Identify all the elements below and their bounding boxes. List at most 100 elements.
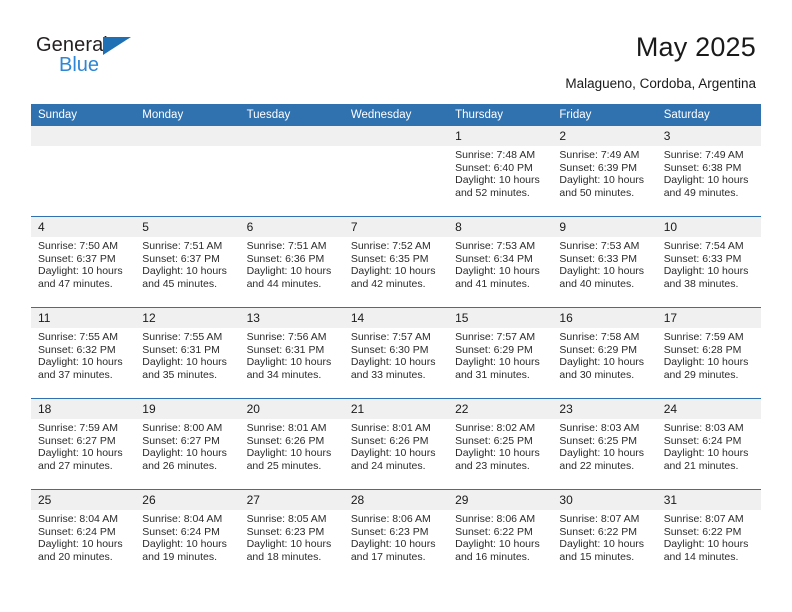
daylight-text-line1: Daylight: 10 hours — [142, 538, 227, 551]
day-cell[interactable]: 25 Sunrise: 8:04 AM Sunset: 6:24 PM Dayligh… — [31, 489, 136, 580]
daylight-text-line1: Daylight: 10 hours — [663, 447, 749, 460]
day-number: 31 — [656, 490, 761, 510]
day-number: 23 — [552, 399, 657, 419]
day-cell[interactable]: 2 Sunrise: 7:49 AM Sunset: 6:39 PM Daylight… — [552, 126, 657, 217]
day-cell[interactable]: 21 Sunrise: 8:01 AM Sunset: 6:26 PM Dayligh… — [343, 398, 449, 490]
day-cell[interactable]: 23 Sunrise: 8:03 AM Sunset: 6:25 PM Dayligh… — [552, 398, 657, 490]
daylight-text-line2: and 47 minutes. — [38, 277, 113, 290]
day-cell[interactable]: 16 Sunrise: 7:58 AM Sunset: 6:29 PM Dayligh… — [552, 307, 657, 399]
day-cell[interactable]: 22 Sunrise: 8:02 AM Sunset: 6:25 PM Dayligh… — [448, 398, 553, 490]
daylight-text-line2: and 49 minutes. — [663, 186, 739, 199]
day-cell[interactable] — [31, 126, 136, 217]
day-cell[interactable]: 28 Sunrise: 8:06 AM Sunset: 6:23 PM Dayligh… — [343, 489, 449, 580]
day-cell[interactable] — [239, 126, 344, 217]
day-cell[interactable]: 27 Sunrise: 8:05 AM Sunset: 6:23 PM Dayligh… — [239, 489, 344, 580]
sunset-text: Sunset: 6:35 PM — [350, 252, 429, 265]
day-number: 18 — [31, 399, 136, 419]
day-number: 1 — [448, 126, 553, 146]
day-details — [31, 146, 135, 149]
day-number: 24 — [656, 399, 761, 419]
sunset-text: Sunset: 6:26 PM — [350, 434, 429, 447]
day-cell[interactable]: 24 Sunrise: 8:03 AM Sunset: 6:24 PM Dayligh… — [656, 398, 761, 490]
day-cell[interactable]: 26 Sunrise: 8:04 AM Sunset: 6:24 PM Dayligh… — [135, 489, 240, 580]
day-number: 16 — [552, 308, 657, 328]
day-cell[interactable]: 9 Sunrise: 7:53 AM Sunset: 6:33 PM Daylight… — [552, 216, 657, 308]
weekday-header-thursday: Thursday — [448, 104, 553, 126]
day-cell[interactable]: 12 Sunrise: 7:55 AM Sunset: 6:31 PM Dayligh… — [135, 307, 240, 399]
day-number: 9 — [552, 217, 657, 237]
day-cell[interactable]: 13 Sunrise: 7:56 AM Sunset: 6:31 PM Dayligh… — [239, 307, 344, 399]
calendar-grid: Sunday Monday Tuesday Wednesday Thursday… — [31, 104, 761, 580]
sunset-text: Sunset: 6:30 PM — [350, 343, 429, 356]
day-cell[interactable]: 20 Sunrise: 8:01 AM Sunset: 6:26 PM Dayligh… — [239, 398, 344, 490]
day-number: 12 — [135, 308, 240, 328]
sunrise-text: Sunrise: 8:05 AM — [246, 513, 327, 525]
daylight-text-line1: Daylight: 10 hours — [246, 356, 332, 369]
day-cell[interactable]: 4 Sunrise: 7:50 AM Sunset: 6:37 PM Daylight… — [31, 216, 136, 308]
day-cell[interactable]: 7 Sunrise: 7:52 AM Sunset: 6:35 PM Daylight… — [343, 216, 449, 308]
day-cell[interactable]: 29 Sunrise: 8:06 AM Sunset: 6:22 PM Dayligh… — [448, 489, 553, 580]
day-details: Sunrise: 7:52 AM Sunset: 6:35 PM Daylight:… — [344, 237, 448, 290]
sunset-text: Sunset: 6:28 PM — [663, 343, 742, 356]
sunset-text: Sunset: 6:27 PM — [142, 434, 220, 447]
day-cell[interactable]: 10 Sunrise: 7:54 AM Sunset: 6:33 PM Dayligh… — [656, 216, 761, 308]
day-cell[interactable]: 31 Sunrise: 8:07 AM Sunset: 6:22 PM Dayligh… — [656, 489, 761, 580]
sunset-text: Sunset: 6:25 PM — [455, 434, 533, 447]
day-number — [239, 126, 344, 146]
day-cell[interactable]: 1 Sunrise: 7:48 AM Sunset: 6:40 PM Daylight… — [448, 126, 553, 217]
page-title: May 2025 — [635, 32, 756, 62]
day-details: Sunrise: 8:01 AM Sunset: 6:26 PM Daylight:… — [344, 419, 448, 472]
day-details: Sunrise: 8:07 AM Sunset: 6:22 PM Daylight:… — [657, 510, 761, 563]
sunrise-text: Sunrise: 8:04 AM — [142, 513, 223, 525]
day-cell[interactable]: 14 Sunrise: 7:57 AM Sunset: 6:30 PM Dayligh… — [343, 307, 449, 399]
day-number: 26 — [135, 490, 240, 510]
day-cell[interactable] — [343, 126, 449, 217]
daylight-text-line2: and 52 minutes. — [455, 186, 530, 199]
daylight-text-line1: Daylight: 10 hours — [663, 356, 749, 369]
day-cell[interactable]: 30 Sunrise: 8:07 AM Sunset: 6:22 PM Dayligh… — [552, 489, 657, 580]
daylight-text-line2: and 23 minutes. — [455, 459, 530, 472]
location-subtitle: Malagueno, Cordoba, Argentina — [565, 76, 756, 91]
daylight-text-line1: Daylight: 10 hours — [38, 356, 123, 369]
sunset-text: Sunset: 6:25 PM — [559, 434, 638, 447]
daylight-text-line2: and 38 minutes. — [663, 277, 739, 290]
day-number: 7 — [343, 217, 449, 237]
calendar-page: General Blue May 2025 Malagueno, Cordoba… — [0, 0, 792, 612]
sunrise-text: Sunrise: 8:03 AM — [559, 422, 640, 434]
day-number: 29 — [448, 490, 553, 510]
sunset-text: Sunset: 6:23 PM — [246, 525, 325, 538]
day-cell[interactable]: 6 Sunrise: 7:51 AM Sunset: 6:36 PM Daylight… — [239, 216, 344, 308]
sunrise-text: Sunrise: 8:02 AM — [455, 422, 536, 434]
day-details: Sunrise: 7:49 AM Sunset: 6:39 PM Daylight:… — [552, 146, 656, 199]
day-cell[interactable]: 17 Sunrise: 7:59 AM Sunset: 6:28 PM Dayligh… — [656, 307, 761, 399]
day-details — [344, 146, 448, 149]
sunset-text: Sunset: 6:34 PM — [455, 252, 533, 265]
day-details: Sunrise: 7:51 AM Sunset: 6:36 PM Daylight:… — [240, 237, 344, 290]
sunrise-text: Sunrise: 7:54 AM — [663, 240, 744, 252]
daylight-text-line2: and 33 minutes. — [350, 368, 426, 381]
day-details: Sunrise: 7:51 AM Sunset: 6:37 PM Daylight:… — [135, 237, 239, 290]
weekday-header-friday: Friday — [552, 104, 657, 126]
daylight-text-line2: and 30 minutes. — [559, 368, 635, 381]
day-number: 14 — [343, 308, 449, 328]
day-cell[interactable]: 19 Sunrise: 8:00 AM Sunset: 6:27 PM Dayligh… — [135, 398, 240, 490]
day-cell[interactable]: 8 Sunrise: 7:53 AM Sunset: 6:34 PM Daylight… — [448, 216, 553, 308]
daylight-text-line2: and 14 minutes. — [663, 550, 739, 563]
day-details — [135, 146, 239, 149]
day-cell[interactable] — [135, 126, 240, 217]
daylight-text-line1: Daylight: 10 hours — [663, 174, 749, 187]
sunrise-text: Sunrise: 7:57 AM — [455, 331, 536, 343]
sunset-text: Sunset: 6:38 PM — [663, 161, 742, 174]
day-cell[interactable]: 3 Sunrise: 7:49 AM Sunset: 6:38 PM Daylight… — [656, 126, 761, 217]
weekday-header-monday: Monday — [135, 104, 240, 126]
day-cell[interactable]: 15 Sunrise: 7:57 AM Sunset: 6:29 PM Dayligh… — [448, 307, 553, 399]
day-cell[interactable]: 11 Sunrise: 7:55 AM Sunset: 6:32 PM Dayligh… — [31, 307, 136, 399]
day-cell[interactable]: 5 Sunrise: 7:51 AM Sunset: 6:37 PM Daylight… — [135, 216, 240, 308]
day-number: 3 — [656, 126, 761, 146]
sunrise-text: Sunrise: 7:57 AM — [350, 331, 431, 343]
daylight-text-line2: and 41 minutes. — [455, 277, 530, 290]
day-number: 5 — [135, 217, 240, 237]
day-cell[interactable]: 18 Sunrise: 7:59 AM Sunset: 6:27 PM Dayligh… — [31, 398, 136, 490]
day-number: 20 — [239, 399, 344, 419]
sunset-text: Sunset: 6:36 PM — [246, 252, 325, 265]
